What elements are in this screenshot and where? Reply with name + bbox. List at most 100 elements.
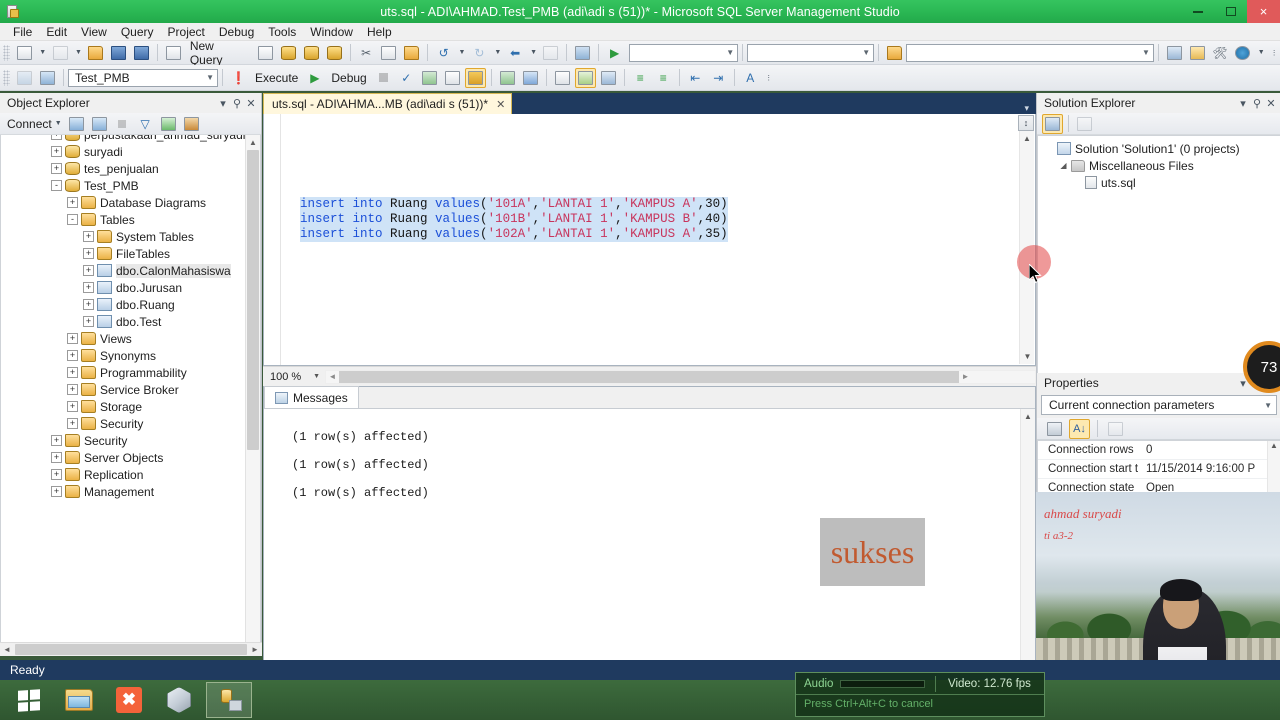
- tree-node[interactable]: + dbo.Test: [1, 313, 260, 330]
- solution-tree-node[interactable]: ◢ Miscellaneous Files: [1038, 157, 1280, 174]
- disconnect-object-explorer-icon[interactable]: [89, 114, 110, 134]
- display-estimated-plan-icon[interactable]: [419, 68, 440, 88]
- navigate-backward-icon[interactable]: ⬅: [505, 43, 526, 63]
- help-icon[interactable]: [1232, 43, 1253, 63]
- debug-label[interactable]: Debug: [326, 71, 371, 85]
- tree-horizontal-scrollbar[interactable]: ◄ ►: [0, 642, 262, 656]
- tree-node[interactable]: + Synonyms: [1, 347, 260, 364]
- results-to-file-icon[interactable]: [598, 68, 619, 88]
- navigate-forward-icon[interactable]: [541, 43, 562, 63]
- navigate-dropdown-icon[interactable]: ▼: [528, 43, 539, 63]
- tree-node[interactable]: + Security: [1, 432, 260, 449]
- toolbar2-overflow-icon[interactable]: ⋮: [763, 68, 774, 88]
- tree-node[interactable]: + perpustakaan_ahmad_suryadi_3': [1, 135, 260, 143]
- tree-node[interactable]: + dbo.Ruang: [1, 296, 260, 313]
- tree-node[interactable]: + Database Diagrams: [1, 194, 260, 211]
- expand-icon[interactable]: +: [67, 350, 78, 361]
- query-options-icon[interactable]: [442, 68, 463, 88]
- stop-icon[interactable]: [112, 114, 133, 134]
- properties-object-combo[interactable]: Current connection parameters ▼: [1041, 395, 1277, 415]
- solution-tree-node[interactable]: Solution 'Solution1' (0 projects): [1038, 140, 1280, 157]
- expand-triangle-icon[interactable]: ◢: [1058, 161, 1069, 170]
- scroll-down-icon[interactable]: ▼: [1020, 349, 1035, 364]
- expand-icon[interactable]: +: [67, 418, 78, 429]
- toolbar-overflow-icon[interactable]: ⋮: [1268, 43, 1279, 63]
- platform-combo[interactable]: ▼: [747, 43, 875, 62]
- find-input[interactable]: ▼: [905, 43, 1154, 62]
- expand-icon[interactable]: +: [67, 333, 78, 344]
- ssms-button[interactable]: [206, 682, 252, 718]
- show-all-files-icon[interactable]: [1074, 114, 1095, 134]
- new-item-dropdown-icon[interactable]: ▼: [37, 43, 48, 63]
- expand-icon[interactable]: +: [83, 265, 94, 276]
- tab-uts-sql[interactable]: uts.sql - ADI\AHMA...MB (adi\adi s (51))…: [263, 93, 513, 114]
- scroll-up-icon[interactable]: ▲: [246, 135, 260, 150]
- results-vertical-scrollbar[interactable]: ▲ ▼: [1020, 409, 1035, 701]
- menu-project[interactable]: Project: [161, 24, 212, 40]
- expand-icon[interactable]: +: [67, 401, 78, 412]
- new-item-icon[interactable]: [14, 43, 35, 63]
- menu-debug[interactable]: Debug: [212, 24, 261, 40]
- tab-list-icon[interactable]: ▾: [1020, 103, 1033, 114]
- expand-icon[interactable]: +: [67, 197, 78, 208]
- undo-icon[interactable]: ↺: [433, 43, 454, 63]
- start-button[interactable]: [6, 682, 52, 718]
- menu-window[interactable]: Window: [303, 24, 360, 40]
- disconnect-icon[interactable]: [37, 68, 58, 88]
- tree-node[interactable]: - Tables: [1, 211, 260, 228]
- increase-indent-icon[interactable]: ⇥: [708, 68, 729, 88]
- tree-node[interactable]: + Server Objects: [1, 449, 260, 466]
- filter-icon[interactable]: ▽: [135, 114, 156, 134]
- expand-icon[interactable]: +: [83, 248, 94, 259]
- menu-tools[interactable]: Tools: [261, 24, 303, 40]
- object-explorer-tree[interactable]: +PELITA_BANGSA_TI32_PAGI+PELITA_BANGSA_T…: [0, 135, 261, 656]
- scroll-thumb-h[interactable]: [15, 644, 247, 655]
- pin-icon[interactable]: ⚲: [230, 97, 244, 110]
- tree-node[interactable]: + Views: [1, 330, 260, 347]
- tree-node[interactable]: - Test_PMB: [1, 177, 260, 194]
- expand-icon[interactable]: +: [83, 282, 94, 293]
- expand-icon[interactable]: +: [83, 231, 94, 242]
- object-explorer-details-icon[interactable]: [181, 114, 202, 134]
- run-icon[interactable]: ▶: [604, 43, 625, 63]
- property-row[interactable]: Connection rows 0: [1038, 441, 1280, 460]
- copy-icon[interactable]: [379, 43, 400, 63]
- scroll-up-icon[interactable]: ▲: [1020, 131, 1034, 146]
- chevron-down-icon[interactable]: ▾: [216, 97, 230, 110]
- add-item-dropdown-icon[interactable]: ▼: [73, 43, 84, 63]
- close-icon[interactable]: ✕: [244, 97, 258, 110]
- expand-icon[interactable]: +: [51, 135, 62, 140]
- property-pages-icon[interactable]: [1105, 419, 1126, 439]
- analysis-dmx-query-icon[interactable]: [301, 43, 322, 63]
- collapse-icon[interactable]: -: [67, 214, 78, 225]
- alphabetical-icon[interactable]: A↓: [1069, 418, 1090, 439]
- categorized-icon[interactable]: [1044, 419, 1065, 439]
- find-scope-icon[interactable]: [884, 43, 905, 63]
- tab-messages[interactable]: Messages: [264, 386, 359, 408]
- cut-icon[interactable]: ✂: [356, 43, 377, 63]
- tree-vertical-scrollbar[interactable]: ▲ ▼: [245, 135, 260, 655]
- xampp-button[interactable]: ✖: [106, 682, 152, 718]
- help-dropdown-icon[interactable]: ▼: [1255, 43, 1266, 63]
- scroll-left-icon[interactable]: ◄: [326, 372, 339, 381]
- collapse-icon[interactable]: -: [51, 180, 62, 191]
- editor-zoom-combo[interactable]: 100 % ▼: [268, 368, 323, 385]
- execute-icon[interactable]: ❗: [228, 68, 249, 88]
- sql-code-text[interactable]: insert into Ruang values('101A','LANTAI …: [300, 197, 728, 242]
- expand-icon[interactable]: +: [51, 435, 62, 446]
- new-query-label[interactable]: New Query: [185, 39, 255, 67]
- scroll-right-icon[interactable]: ►: [248, 645, 262, 654]
- debug-run-icon[interactable]: ▶: [304, 68, 325, 88]
- save-icon[interactable]: [108, 43, 129, 63]
- tree-node[interactable]: + dbo.Jurusan: [1, 279, 260, 296]
- options-icon[interactable]: 🛠: [1210, 43, 1231, 63]
- connect-object-explorer-icon[interactable]: [66, 114, 87, 134]
- expand-icon[interactable]: +: [67, 384, 78, 395]
- include-client-statistics-icon[interactable]: [520, 68, 541, 88]
- db-engine-query-icon[interactable]: [255, 43, 276, 63]
- toolbox-icon[interactable]: [1164, 43, 1185, 63]
- specify-values-icon[interactable]: A: [740, 68, 761, 88]
- stop-icon[interactable]: [373, 68, 394, 88]
- menu-help[interactable]: Help: [360, 24, 399, 40]
- expand-icon[interactable]: +: [51, 469, 62, 480]
